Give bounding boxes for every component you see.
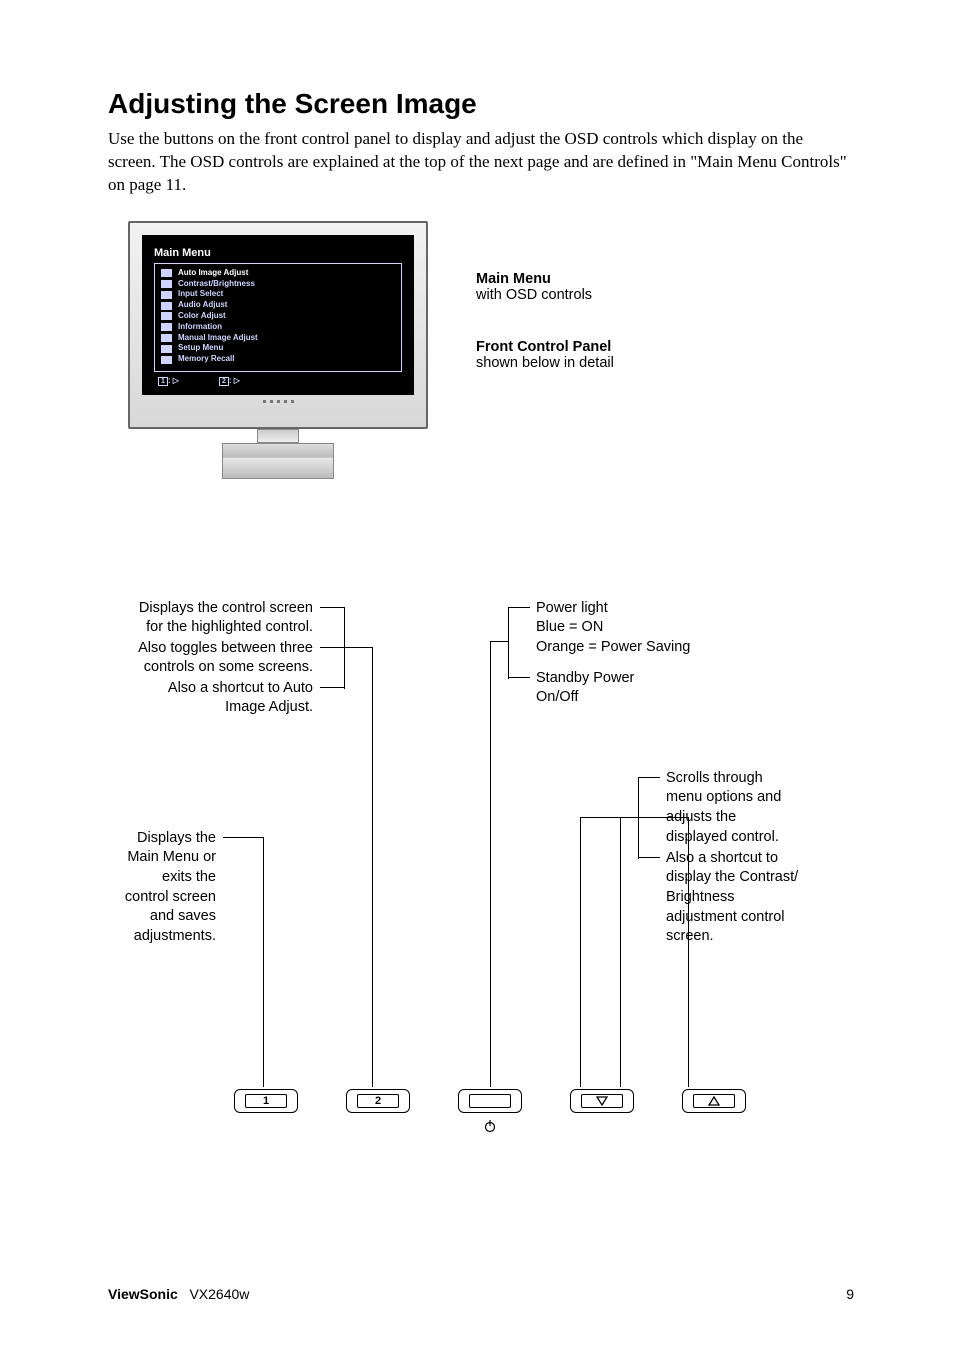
monitor-illustration: Main Menu Auto Image Adjust Contrast/Bri… [128, 221, 428, 479]
osd-menu: Auto Image Adjust Contrast/Brightness In… [154, 263, 402, 372]
label-button1-main-menu: Displays the Main Menu or exits the cont… [108, 829, 216, 946]
monitor-chin [142, 395, 414, 409]
button-1[interactable]: 1 [234, 1089, 298, 1113]
osd-item-label: Contrast/Brightness [178, 279, 255, 290]
page-title: Adjusting the Screen Image [108, 88, 854, 120]
label-standby-power: Standby Power On/Off [536, 669, 634, 708]
osd-item-label: Memory Recall [178, 354, 234, 365]
button-power[interactable] [458, 1089, 522, 1113]
button-up[interactable] [682, 1089, 746, 1113]
main-menu-label: Main Menu with OSD controls [476, 271, 614, 303]
intro-paragraph: Use the buttons on the front control pan… [108, 128, 854, 197]
osd-item-label: Manual Image Adjust [178, 333, 258, 344]
upper-figure: Main Menu Auto Image Adjust Contrast/Bri… [128, 221, 854, 479]
chevron-down-icon [596, 1096, 608, 1106]
osd-auto-icon [161, 269, 172, 277]
monitor-neck [257, 429, 299, 443]
osd-item-label: Auto Image Adjust [178, 268, 248, 279]
osd-contrast-icon [161, 280, 172, 288]
front-control-panel-label: Front Control Panel shown below in detai… [476, 339, 614, 371]
label-arrow-scroll: Scrolls through menu options and adjusts… [666, 769, 781, 847]
label-power-light: Power light Blue = ON Orange = Power Sav… [536, 599, 690, 658]
osd-color-icon [161, 312, 172, 320]
lower-figure: Displays the control screen for the high… [108, 599, 854, 1139]
label-button2-toggle: Also toggles between three controls on s… [108, 639, 313, 678]
button-2-label: 2 [357, 1094, 399, 1108]
osd-footer: 1: ▷ 2: ▷ [154, 376, 402, 385]
label-button2-shortcut: Also a shortcut to Auto Image Adjust. [128, 679, 313, 718]
button-down[interactable] [570, 1089, 634, 1113]
label-button2-control-screen: Displays the control screen for the high… [108, 599, 313, 638]
osd-info-icon [161, 323, 172, 331]
label-arrow-shortcut: Also a shortcut to display the Contrast/… [666, 849, 798, 947]
button-1-label: 1 [245, 1094, 287, 1108]
page-footer: ViewSonic VX2640w 9 [108, 1286, 854, 1302]
osd-item-label: Color Adjust [178, 311, 226, 322]
osd-manual-icon [161, 334, 172, 342]
osd-audio-icon [161, 302, 172, 310]
button-2[interactable]: 2 [346, 1089, 410, 1113]
power-icon [483, 1119, 497, 1136]
osd-setup-icon [161, 345, 172, 353]
osd-item-label: Audio Adjust [178, 300, 227, 311]
osd-memory-icon [161, 356, 172, 364]
osd-item-label: Input Select [178, 289, 223, 300]
monitor-stand [222, 443, 334, 479]
page-number: 9 [846, 1286, 854, 1302]
osd-input-icon [161, 291, 172, 299]
osd-item-label: Setup Menu [178, 343, 223, 354]
chevron-up-icon [708, 1096, 720, 1106]
osd-item-label: Information [178, 322, 222, 333]
osd-title: Main Menu [154, 247, 402, 259]
